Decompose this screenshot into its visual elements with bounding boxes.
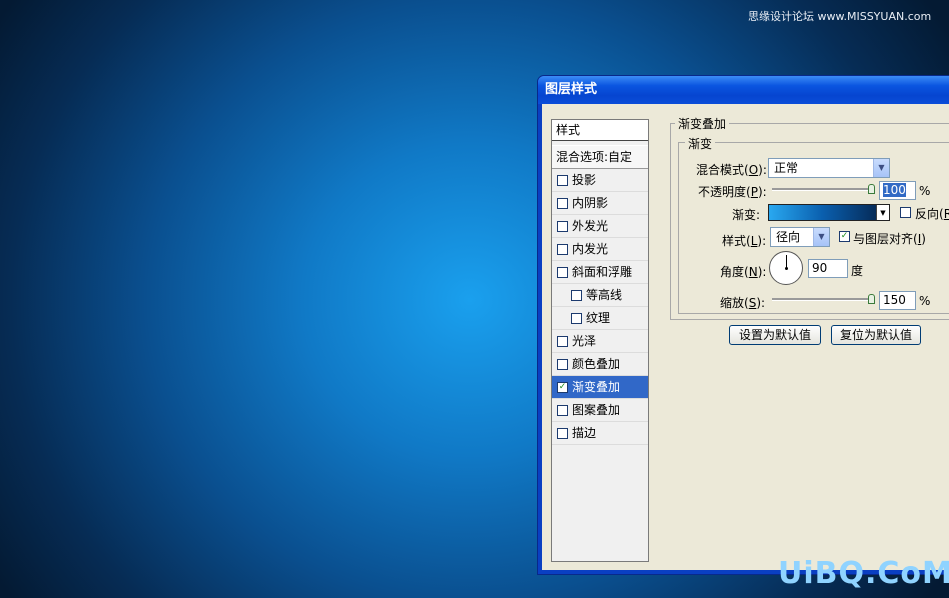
watermark-top: 思缘设计论坛 www.MISSYUAN.com (748, 10, 932, 23)
blend-options-item[interactable]: 混合选项:自定 (552, 145, 648, 169)
style-item-checkbox[interactable] (571, 289, 582, 301)
reverse-label: 反向(R) (915, 207, 949, 221)
gradient-overlay-title: 渐变叠加 (675, 115, 730, 132)
chevron-down-icon[interactable]: ▼ (873, 159, 889, 177)
scale-label: 缩放(S): (720, 296, 766, 310)
opacity-input[interactable]: 100 (879, 181, 916, 200)
align-label: 与图层对齐(I) (853, 232, 926, 246)
style-item-checkbox[interactable]: ✓ (557, 381, 568, 393)
make-default-button[interactable]: 设置为默认值 (729, 325, 821, 345)
angle-dial[interactable] (769, 251, 803, 285)
style-item-checkbox[interactable] (557, 266, 568, 278)
angle-label: 角度(N): (720, 265, 767, 279)
style-item[interactable]: 纹理 (552, 307, 648, 330)
angle-input[interactable]: 90 (808, 259, 848, 278)
style-item-checkbox[interactable] (557, 220, 568, 232)
blend-mode-label: 混合模式(O): (696, 163, 767, 177)
style-item-label: 内阴影 (572, 196, 609, 210)
dialog-title[interactable]: 图层样式 (538, 76, 949, 104)
style-item-checkbox[interactable] (557, 358, 568, 370)
gradient-inner-title: 渐变 (685, 135, 716, 152)
style-item-checkbox[interactable] (557, 427, 568, 439)
blend-mode-select[interactable]: 正常 ▼ (768, 158, 890, 178)
opacity-slider[interactable] (772, 188, 875, 191)
style-item[interactable]: 外发光 (552, 215, 648, 238)
style-item[interactable]: 内发光 (552, 238, 648, 261)
scale-percent: % (919, 294, 931, 308)
style-item-label: 内发光 (572, 242, 609, 256)
scale-input[interactable]: 150 (879, 291, 916, 310)
style-item[interactable]: 等高线 (552, 284, 648, 307)
style-item[interactable]: ✓ 渐变叠加 (552, 376, 648, 399)
style-item-label: 斜面和浮雕 (572, 265, 633, 279)
style-item-label: 渐变叠加 (572, 380, 621, 394)
opacity-slider-thumb[interactable] (868, 184, 875, 194)
style-item-checkbox[interactable] (557, 404, 568, 416)
dropdown-arrow-icon[interactable]: ▼ (876, 205, 889, 220)
style-value: 径向 (776, 230, 801, 244)
reverse-checkbox[interactable] (900, 207, 911, 218)
style-item-label: 颜色叠加 (572, 357, 621, 371)
style-item-label: 描边 (572, 426, 597, 440)
style-item-checkbox[interactable] (557, 335, 568, 347)
style-item-label: 投影 (572, 173, 597, 187)
style-item-label: 等高线 (586, 288, 623, 302)
opacity-percent: % (919, 184, 931, 198)
style-list: 样式 混合选项:自定 投影内阴影外发光内发光斜面和浮雕等高线纹理光泽颜色叠加 ✓ 渐… (551, 119, 649, 562)
blend-mode-value: 正常 (774, 161, 799, 175)
style-item-checkbox[interactable] (557, 174, 568, 186)
gradient-label: 渐变: (732, 208, 761, 222)
reset-default-button[interactable]: 复位为默认值 (831, 325, 921, 345)
style-item-label: 外发光 (572, 219, 609, 233)
align-checkbox[interactable]: ✓ (839, 231, 850, 242)
style-item[interactable]: 投影 (552, 169, 648, 192)
style-item-checkbox[interactable] (557, 243, 568, 255)
opacity-label: 不透明度(P): (698, 185, 767, 199)
style-item-label: 图案叠加 (572, 403, 621, 417)
scale-slider[interactable] (772, 298, 875, 301)
style-item[interactable]: 颜色叠加 (552, 353, 648, 376)
scale-slider-thumb[interactable] (868, 294, 875, 304)
angle-dial-center (785, 267, 788, 270)
chevron-down-icon[interactable]: ▼ (813, 228, 829, 246)
gradient-picker[interactable]: ▼ (768, 204, 890, 221)
layer-style-dialog: 图层样式 样式 混合选项:自定 投影内阴影外发光内发光斜面和浮雕等高线纹理光泽颜… (537, 75, 949, 575)
style-item[interactable]: 描边 (552, 422, 648, 445)
style-item[interactable]: 光泽 (552, 330, 648, 353)
gradient-preview[interactable] (769, 205, 876, 220)
style-item[interactable]: 图案叠加 (552, 399, 648, 422)
angle-unit: 度 (851, 264, 864, 278)
style-label: 样式(L): (722, 234, 767, 248)
style-item-label: 纹理 (586, 311, 611, 325)
style-item[interactable]: 内阴影 (552, 192, 648, 215)
dialog-client: 样式 混合选项:自定 投影内阴影外发光内发光斜面和浮雕等高线纹理光泽颜色叠加 ✓ 渐… (542, 104, 949, 570)
style-item-label: 光泽 (572, 334, 597, 348)
style-item-checkbox[interactable] (571, 312, 582, 324)
style-item[interactable]: 斜面和浮雕 (552, 261, 648, 284)
style-select[interactable]: 径向 ▼ (770, 227, 830, 247)
style-item-checkbox[interactable] (557, 197, 568, 209)
styles-header[interactable]: 样式 (552, 120, 648, 141)
watermark-bottom: UiBQ.CoM (778, 556, 949, 591)
